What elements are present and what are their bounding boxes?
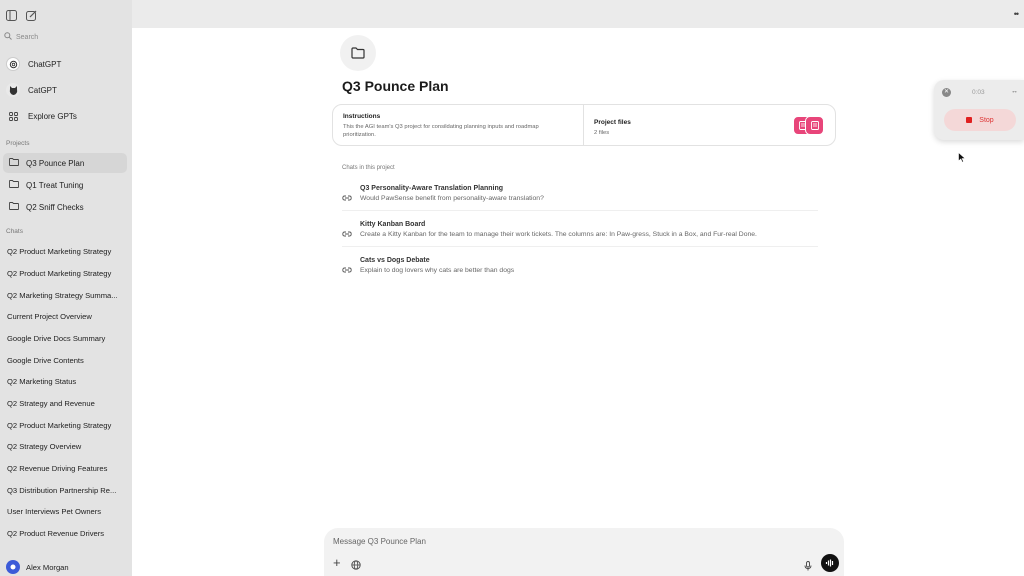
stop-label: Stop [979, 116, 994, 124]
sidebar-project-q2-sniff-checks[interactable]: Q2 Sniff Checks [3, 197, 127, 217]
sidebar-chat-item[interactable]: Google Drive Contents [7, 356, 127, 365]
gpt-item-label: CatGPT [28, 85, 57, 95]
project-info-card: Instructions This the AGI team's Q3 proj… [332, 104, 836, 146]
sidebar-chat-item[interactable]: Q2 Product Revenue Drivers [7, 529, 127, 538]
chat-title: Cats vs Dogs Debate [360, 257, 430, 264]
grid-icon [6, 109, 20, 123]
voice-mode-button[interactable] [821, 554, 839, 572]
sidebar-chat-item[interactable]: Q2 Product Marketing Strategy [7, 269, 127, 278]
search-icon [4, 32, 12, 42]
chat-snippet: Create a Kitty Kanban for the team to ma… [360, 231, 757, 238]
more-options-icon[interactable]: •• [1014, 9, 1019, 19]
top-bar: •• [132, 0, 1024, 28]
gpt-item-label: ChatGPT [28, 59, 62, 69]
recording-timer: 0:03 [972, 89, 985, 96]
toggle-sidebar-icon[interactable] [4, 8, 18, 22]
waveform-icon [825, 559, 834, 567]
user-name: Alex Morgan [26, 562, 69, 572]
chat-link-icon [342, 225, 352, 243]
page-title: Q3 Pounce Plan [342, 78, 449, 94]
add-attachment-icon[interactable]: + [333, 555, 341, 570]
sidebar: Search ChatGPT CatGPT Explore GPTs Proje… [0, 0, 132, 576]
main-panel: •• Q3 Pounce Plan Instructions This the … [132, 0, 1024, 576]
close-icon[interactable]: ✕ [942, 88, 951, 97]
gpt-item-chatgpt[interactable]: ChatGPT [6, 56, 61, 72]
search-placeholder: Search [16, 33, 39, 41]
chats-section-label: Chats [6, 228, 23, 235]
file-icon [805, 116, 824, 135]
stop-recording-button[interactable]: Stop [944, 109, 1016, 131]
message-composer[interactable]: Message Q3 Pounce Plan + [324, 528, 844, 576]
sidebar-chat-item[interactable]: Q3 Distribution Partnership Re... [7, 486, 127, 495]
gpt-item-explore[interactable]: Explore GPTs [6, 108, 77, 124]
sidebar-chat-item[interactable]: Q2 Strategy and Revenue [7, 399, 127, 408]
sidebar-search[interactable]: Search [4, 30, 128, 44]
sidebar-chat-item[interactable]: Q2 Marketing Strategy Summa... [7, 291, 127, 300]
project-label: Q1 Treat Tuning [26, 180, 84, 190]
sidebar-chat-item[interactable]: Q2 Product Marketing Strategy [7, 247, 127, 256]
mouse-cursor-icon [958, 150, 966, 168]
project-chat-row[interactable]: Cats vs Dogs Debate Explain to dog lover… [342, 253, 818, 283]
sidebar-chat-item[interactable]: Q2 Product Marketing Strategy [7, 421, 127, 430]
chat-snippet: Would PawSense benefit from personality-… [360, 195, 544, 202]
sidebar-chat-item[interactable]: Q2 Strategy Overview [7, 442, 127, 451]
chat-link-icon [342, 189, 352, 207]
chats-in-project-label: Chats in this project [342, 165, 395, 171]
sidebar-project-q3-pounce-plan[interactable]: Q3 Pounce Plan [3, 153, 127, 173]
collapse-icon[interactable]: ↔ [1011, 88, 1018, 95]
sidebar-chat-item[interactable]: Q2 Marketing Status [7, 377, 127, 386]
stop-icon [966, 117, 973, 123]
instructions-heading: Instructions [343, 113, 381, 120]
chat-link-icon [342, 261, 352, 279]
chat-title: Q3 Personality-Aware Translation Plannin… [360, 185, 504, 192]
chat-title: Kitty Kanban Board [360, 221, 426, 228]
project-folder-icon[interactable] [340, 35, 376, 71]
files-count: 2 files [594, 130, 610, 136]
project-label: Q2 Sniff Checks [26, 202, 84, 212]
gpt-item-label: Explore GPTs [28, 111, 77, 121]
sidebar-chat-item[interactable]: User Interviews Pet Owners [7, 507, 127, 516]
sidebar-chat-item[interactable]: Google Drive Docs Summary [7, 334, 127, 343]
projects-section-label: Projects [6, 140, 30, 147]
screen-recorder-widget: ✕ 0:03 ↔ Stop [934, 80, 1024, 140]
user-profile[interactable]: Alex Morgan [6, 560, 69, 574]
project-chat-row[interactable]: Kitty Kanban Board Create a Kitty Kanban… [342, 217, 818, 247]
globe-icon[interactable] [351, 557, 361, 575]
gpt-item-catgpt[interactable]: CatGPT [6, 82, 57, 98]
sidebar-project-q1-treat-tuning[interactable]: Q1 Treat Tuning [3, 175, 127, 195]
file-thumbnails [793, 116, 825, 136]
avatar [6, 560, 20, 574]
instructions-panel[interactable]: Instructions This the AGI team's Q3 proj… [333, 105, 584, 145]
folder-icon [9, 158, 19, 168]
folder-icon [9, 180, 19, 190]
composer-input[interactable]: Message Q3 Pounce Plan [333, 537, 426, 546]
new-chat-icon[interactable] [24, 8, 38, 22]
instructions-text: This the AGI team's Q3 project for consi… [343, 124, 539, 138]
project-chat-row[interactable]: Q3 Personality-Aware Translation Plannin… [342, 181, 818, 211]
sidebar-chat-item[interactable]: Current Project Overview [7, 312, 127, 321]
project-label: Q3 Pounce Plan [26, 158, 85, 168]
microphone-icon[interactable] [804, 558, 812, 576]
cat-icon [6, 83, 20, 97]
sidebar-chat-item[interactable]: Q2 Revenue Driving Features [7, 464, 127, 473]
chatgpt-icon [6, 57, 20, 71]
chat-snippet: Explain to dog lovers why cats are bette… [360, 267, 515, 274]
folder-icon [9, 202, 19, 212]
project-files-panel[interactable]: Project files 2 files [584, 105, 835, 145]
files-heading: Project files [594, 119, 631, 126]
